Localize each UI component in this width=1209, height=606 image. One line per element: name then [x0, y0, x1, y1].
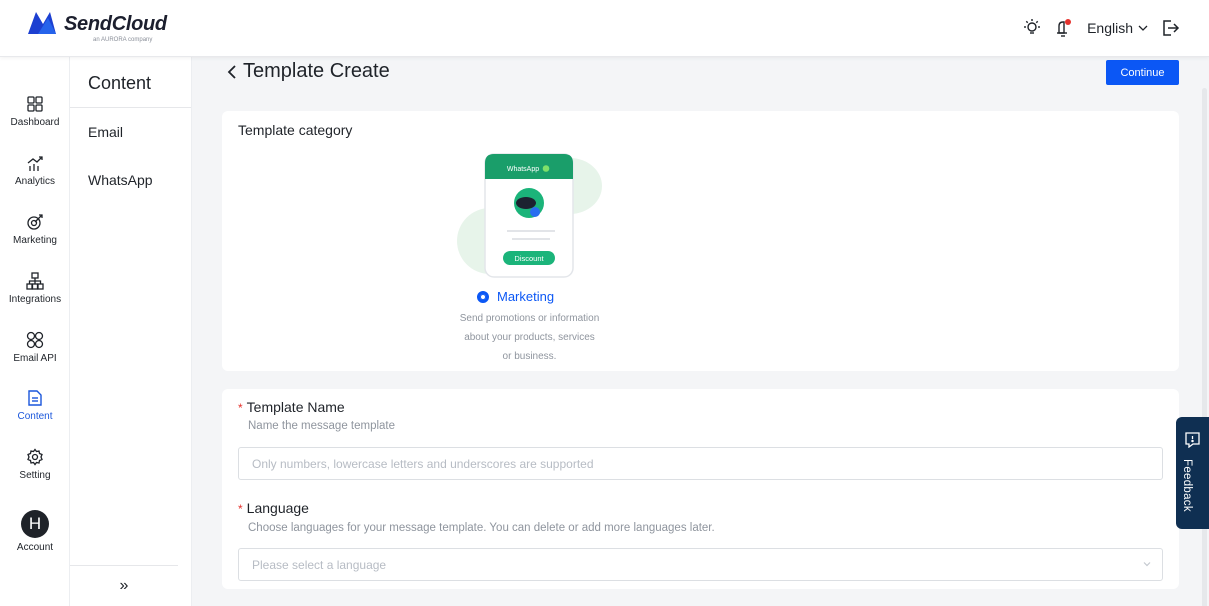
marketing-icon — [24, 211, 46, 233]
double-chevron-right-icon: » — [119, 577, 129, 594]
primary-nav: Dashboard Analytics Marketing Integratio… — [0, 57, 70, 606]
nav-dashboard[interactable]: Dashboard — [0, 93, 70, 128]
feedback-icon — [1185, 432, 1200, 448]
template-name-label-text: Template Name — [246, 399, 345, 415]
avatar: H — [21, 510, 49, 538]
language-selector[interactable]: English — [1087, 20, 1149, 36]
nav-account-label: Account — [16, 542, 54, 553]
back-chevron-icon[interactable] — [225, 64, 239, 80]
template-name-help: Name the message template — [248, 420, 396, 432]
sendcloud-logo-icon — [28, 12, 56, 34]
bell-icon[interactable] — [1053, 17, 1075, 39]
lightbulb-icon[interactable] — [1021, 17, 1043, 39]
language-placeholder: Please select a language — [252, 557, 387, 572]
nav-analytics-label: Analytics — [14, 176, 55, 187]
marketing-option[interactable]: Marketing — [477, 289, 554, 304]
template-name-label: * Template Name — [238, 399, 345, 415]
illustration-header-text: WhatsApp — [507, 166, 539, 173]
marketing-description-line-3: or business. — [502, 351, 557, 362]
header-actions: English — [1021, 16, 1181, 40]
chevron-down-icon — [1138, 25, 1148, 31]
language-help: Choose languages for your message templa… — [248, 522, 715, 534]
nav-content[interactable]: Content — [0, 387, 70, 422]
illustration-badge-text: Discount — [514, 254, 544, 263]
nav-email-api-label: Email API — [13, 353, 57, 364]
marketing-illustration[interactable]: WhatsApp Discount — [455, 151, 605, 279]
continue-button[interactable]: Continue — [1106, 60, 1179, 85]
nav-content-label: Content — [17, 411, 53, 422]
marketing-option-label: Marketing — [497, 289, 555, 304]
nav-integrations-label: Integrations — [8, 294, 62, 305]
email-api-icon — [24, 329, 46, 351]
top-bar: SendCloud an AURORA company English — [0, 0, 1209, 57]
nav-dashboard-label: Dashboard — [10, 117, 60, 128]
collapse-sidebar-button[interactable]: » — [70, 565, 178, 606]
nav-marketing-label: Marketing — [13, 235, 57, 246]
marketing-description-line-1: Send promotions or information — [459, 313, 600, 324]
content-subnav: Content Email WhatsApp — [70, 57, 192, 606]
chevron-down-icon — [1143, 562, 1151, 567]
brand-logo[interactable]: SendCloud an AURORA company — [28, 10, 168, 46]
nav-marketing[interactable]: Marketing — [0, 211, 70, 246]
subnav-title: Content — [70, 57, 191, 108]
nav-email-api[interactable]: Email API — [0, 329, 70, 364]
subnav-item-whatsapp[interactable]: WhatsApp — [70, 156, 191, 204]
marketing-radio[interactable] — [477, 290, 489, 303]
marketing-description: Send promotions or information about you… — [442, 309, 617, 366]
brand-name: SendCloud — [64, 13, 167, 35]
language-label: * Language — [238, 500, 309, 516]
template-category-card: Template category WhatsApp Discount Mark… — [222, 111, 1179, 371]
page-header: Template Create — [225, 60, 390, 83]
dashboard-icon — [24, 93, 46, 115]
feedback-tab[interactable]: Feedback — [1176, 417, 1209, 529]
nav-setting-label: Setting — [19, 470, 51, 481]
marketing-description-line-2: about your products, services — [464, 332, 595, 343]
content-icon — [24, 387, 46, 409]
logout-icon[interactable] — [1159, 17, 1181, 39]
template-category-title: Template category — [238, 122, 353, 138]
subnav-item-email[interactable]: Email — [70, 108, 191, 156]
nav-analytics[interactable]: Analytics — [0, 152, 70, 187]
feedback-label: Feedback — [1181, 459, 1193, 512]
integrations-icon — [24, 270, 46, 292]
language-label-text: Language — [246, 500, 309, 516]
brand-subtitle: an AURORA company — [93, 37, 153, 43]
template-name-input[interactable]: Only numbers, lowercase letters and unde… — [238, 447, 1163, 480]
nav-setting[interactable]: Setting — [0, 446, 70, 481]
nav-account[interactable]: H Account — [0, 510, 70, 553]
analytics-icon — [24, 152, 46, 174]
language-select[interactable]: Please select a language — [238, 548, 1163, 581]
page-title: Template Create — [243, 60, 390, 82]
required-marker: * — [238, 502, 243, 516]
nav-integrations[interactable]: Integrations — [0, 270, 70, 305]
template-form-card: * Template Name Name the message template… — [222, 389, 1179, 589]
language-label: English — [1087, 20, 1133, 36]
gear-icon — [24, 446, 46, 468]
required-marker: * — [238, 401, 243, 415]
template-name-placeholder: Only numbers, lowercase letters and unde… — [252, 456, 594, 471]
